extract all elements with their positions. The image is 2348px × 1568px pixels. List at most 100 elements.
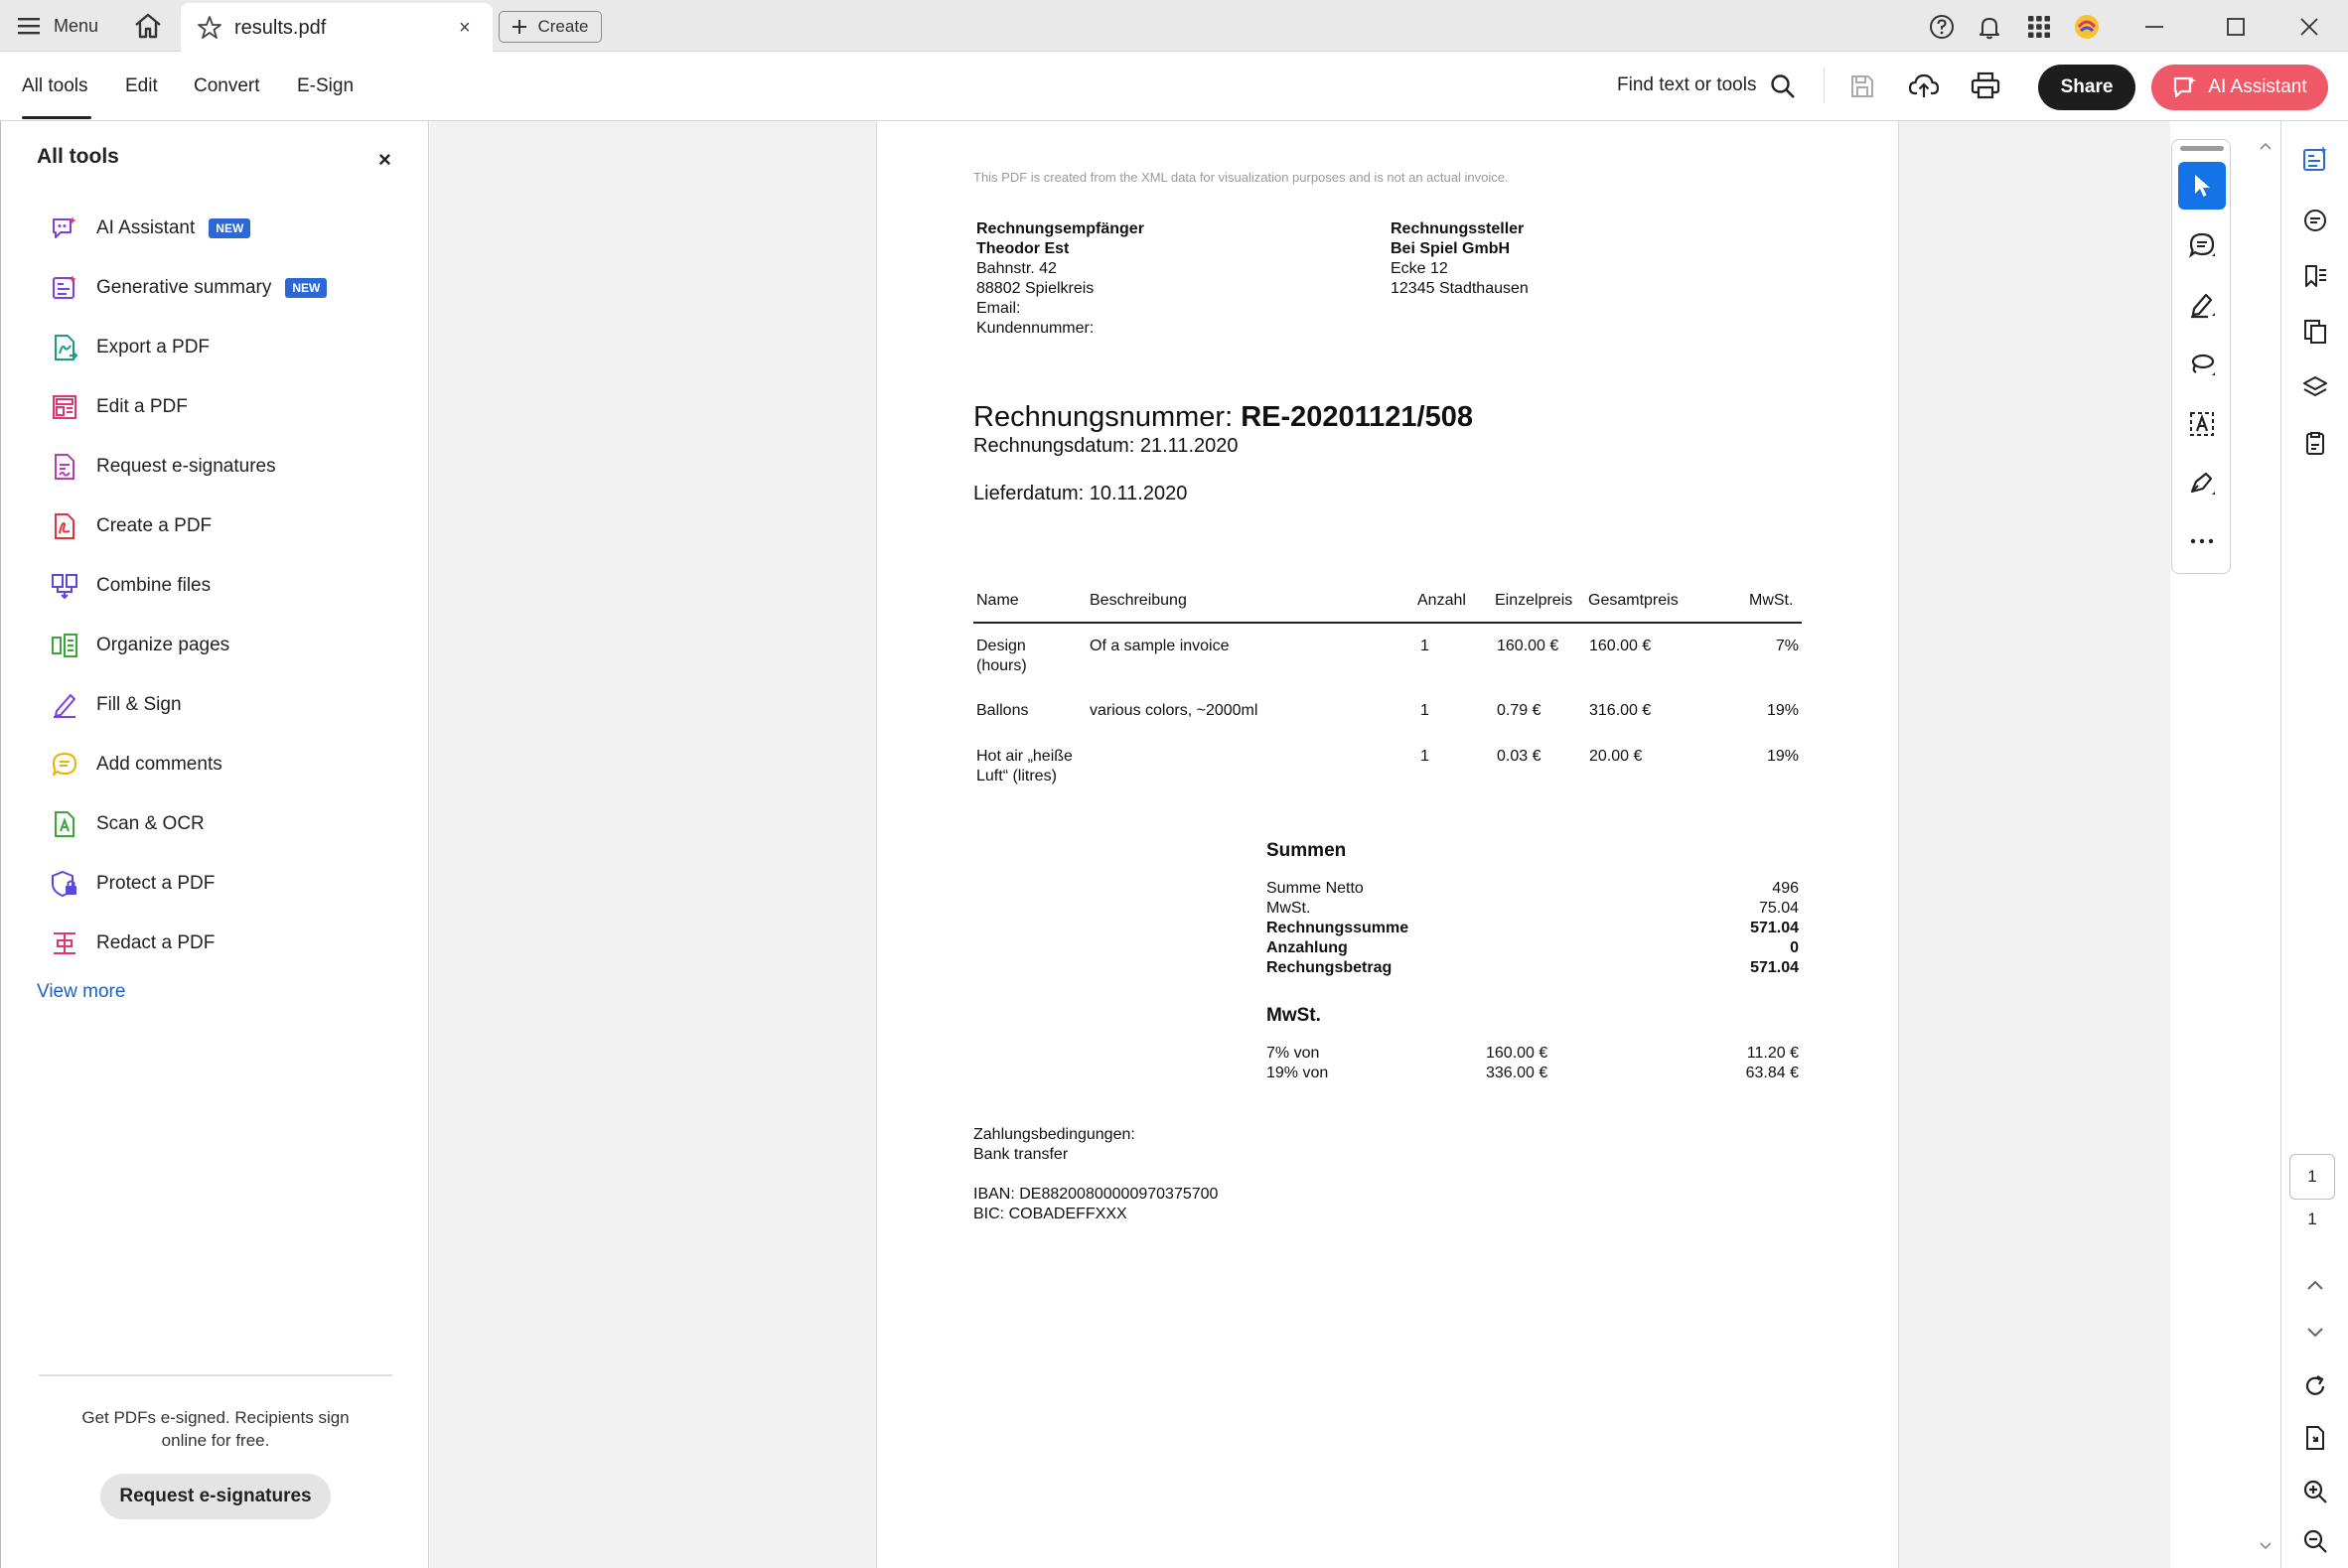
home-icon <box>135 13 161 39</box>
ai-assistant-icon <box>2174 76 2197 98</box>
invoice-number: Rechnungsnummer: RE-20201121/508 <box>973 401 1473 434</box>
disclaimer-text: This PDF is created from the XML data fo… <box>973 170 1509 185</box>
tool-label: Edit a PDF <box>96 396 188 417</box>
request-esignatures-button[interactable]: Request e-signatures <box>100 1474 331 1519</box>
tool-edit-pdf[interactable]: Edit a PDF <box>51 389 408 425</box>
payment-method: Bank transfer <box>973 1146 1069 1163</box>
comment-icon <box>2188 232 2215 258</box>
create-button[interactable]: Create <box>499 11 602 43</box>
create-pdf-icon <box>55 513 74 539</box>
upload-cloud-icon[interactable] <box>1909 71 1939 99</box>
scan-ocr-icon <box>55 811 74 837</box>
table-header-rule <box>973 622 1802 624</box>
sums-heading: Summen <box>1266 840 1347 861</box>
bell-icon[interactable] <box>1975 12 2004 42</box>
extract-page-icon[interactable] <box>2295 1418 2335 1458</box>
more-tools-button[interactable] <box>2178 517 2226 565</box>
protect-pdf-icon <box>52 870 76 898</box>
col-header-description: Beschreibung <box>1090 592 1187 609</box>
right-rail: 1 1 <box>2280 121 2348 1568</box>
text-tool-button[interactable] <box>2178 400 2226 448</box>
tool-add-comments[interactable]: Add comments <box>51 747 408 783</box>
drag-handle[interactable] <box>2180 146 2224 151</box>
tool-organize-pages[interactable]: Organize pages <box>51 628 408 663</box>
title-bar: Menu results.pdf × Create <box>0 0 2348 53</box>
tool-label: Redact a PDF <box>96 932 216 953</box>
tool-create-pdf[interactable]: Create a PDF <box>51 508 408 544</box>
tab-edit[interactable]: Edit <box>125 75 158 97</box>
sum-label: Anzahlung <box>1266 939 1348 956</box>
bookmarks-icon[interactable] <box>2295 256 2335 296</box>
tool-request-esignatures[interactable]: Request e-signatures <box>51 449 408 485</box>
tool-protect-pdf[interactable]: Protect a PDF <box>51 866 408 902</box>
comments-panel-icon[interactable] <box>2295 201 2335 240</box>
tool-ai-assistant[interactable]: AI Assistant NEW <box>51 211 408 246</box>
panel-close-icon[interactable]: × <box>378 147 391 173</box>
window-close-icon[interactable] <box>2294 12 2324 42</box>
zoom-in-icon[interactable] <box>2295 1472 2335 1511</box>
attachments-icon[interactable] <box>2295 423 2335 463</box>
next-page-icon[interactable] <box>2295 1313 2335 1353</box>
scroll-down-arrow-icon[interactable] <box>2259 1541 2273 1551</box>
minimize-icon[interactable] <box>2139 12 2169 42</box>
sender-heading: Rechnungssteller <box>1391 220 1525 237</box>
document-tab[interactable]: results.pdf × <box>181 3 493 53</box>
ai-summary-icon[interactable] <box>2295 139 2335 179</box>
share-button[interactable]: Share <box>2038 65 2135 110</box>
tool-export-pdf[interactable]: Export a PDF <box>51 330 408 365</box>
home-button[interactable] <box>133 12 165 40</box>
tab-all-tools[interactable]: All tools <box>22 75 88 97</box>
tool-scan-ocr[interactable]: Scan & OCR <box>51 806 408 842</box>
tab-convert[interactable]: Convert <box>194 75 260 97</box>
star-icon[interactable] <box>197 15 222 41</box>
tool-label: Generative summary <box>96 277 272 298</box>
recipient-heading: Rechnungsempfänger <box>976 220 1144 237</box>
export-pdf-icon <box>55 335 78 360</box>
rotate-icon[interactable] <box>2295 1366 2335 1406</box>
sign-tool-button[interactable] <box>2178 460 2226 507</box>
text-box-icon <box>2190 412 2214 436</box>
iban: IBAN: DE88200800000970375700 <box>973 1186 1219 1203</box>
tool-combine-files[interactable]: Combine files <box>51 568 408 604</box>
user-avatar-icon[interactable] <box>2072 12 2102 42</box>
tool-fill-sign[interactable]: Fill & Sign <box>51 687 408 723</box>
tab-close-icon[interactable]: × <box>459 17 471 40</box>
col-header-total-price: Gesamtpreis <box>1588 592 1679 609</box>
page-thumbnails-icon[interactable] <box>2295 312 2335 352</box>
row-vat: 7% <box>1775 638 1799 654</box>
recipient-name: Theodor Est <box>976 240 1070 257</box>
comment-tool-button[interactable] <box>2178 221 2226 269</box>
save-icon[interactable] <box>1849 73 1875 99</box>
esign-promo-text: Get PDFs e-signed. Recipients sign onlin… <box>81 1408 350 1450</box>
ai-assistant-button[interactable]: AI Assistant <box>2151 65 2328 110</box>
draw-tool-button[interactable] <box>2178 341 2226 388</box>
highlight-tool-button[interactable] <box>2178 281 2226 329</box>
find-text-label[interactable]: Find text or tools <box>1617 74 1756 96</box>
vertical-scrollbar[interactable] <box>2251 121 2280 1568</box>
layers-icon[interactable] <box>2295 367 2335 407</box>
scroll-up-arrow-icon[interactable] <box>2259 141 2273 151</box>
tool-generative-summary[interactable]: Generative summary NEW <box>51 270 408 306</box>
tab-esign[interactable]: E-Sign <box>297 75 354 97</box>
help-icon[interactable] <box>1927 12 1957 42</box>
row-quantity: 1 <box>1420 702 1429 719</box>
view-more-link[interactable]: View more <box>37 981 125 1003</box>
page-number-input[interactable]: 1 <box>2289 1154 2335 1200</box>
col-header-quantity: Anzahl <box>1417 592 1466 609</box>
page-count: 1 <box>2307 1210 2317 1228</box>
apps-grid-icon[interactable] <box>2024 12 2054 42</box>
select-tool-button[interactable] <box>2178 162 2226 210</box>
col-header-unit-price: Einzelpreis <box>1495 592 1573 609</box>
ai-assistant-icon <box>53 216 76 238</box>
maximize-icon[interactable] <box>2221 12 2251 42</box>
menu-button[interactable]: Menu <box>18 12 98 40</box>
recipient-city: 88802 Spielkreis <box>976 280 1095 297</box>
print-icon[interactable] <box>1971 71 2000 99</box>
tool-label: Add comments <box>96 754 222 775</box>
sender-city: 12345 Stadthausen <box>1391 280 1529 297</box>
tool-redact-pdf[interactable]: Redact a PDF <box>51 926 408 961</box>
previous-page-icon[interactable] <box>2295 1265 2335 1305</box>
zoom-out-icon[interactable] <box>2295 1521 2335 1561</box>
search-icon[interactable] <box>1770 73 1796 99</box>
combine-files-icon <box>52 574 77 600</box>
